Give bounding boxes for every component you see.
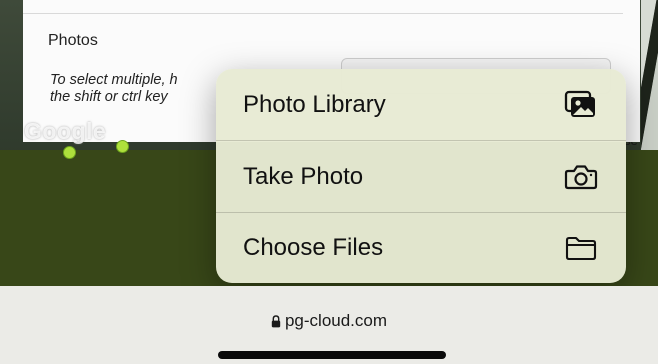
map-marker[interactable] (63, 146, 76, 159)
menu-item-label: Choose Files (243, 234, 384, 261)
menu-item-choose-files[interactable]: Choose Files (216, 213, 626, 283)
folder-icon (564, 235, 598, 261)
url-text: pg-cloud.com (284, 311, 388, 330)
file-picker-menu: Photo Library Take Photo Choose Files (216, 69, 626, 283)
camera-icon (564, 163, 598, 191)
lock-icon (271, 314, 281, 328)
map-marker[interactable] (116, 140, 129, 153)
menu-item-take-photo[interactable]: Take Photo (216, 141, 626, 212)
google-logo: Google (24, 118, 107, 144)
home-indicator (218, 351, 446, 359)
photos-label: Photos (48, 32, 98, 49)
address-field[interactable]: pg-cloud.com (0, 311, 658, 331)
menu-item-photo-library[interactable]: Photo Library (216, 69, 626, 140)
form-divider (23, 13, 623, 14)
map-edge (641, 0, 658, 150)
menu-item-label: Photo Library (243, 90, 386, 118)
menu-item-label: Take Photo (243, 162, 364, 190)
photo-library-icon (564, 90, 598, 120)
